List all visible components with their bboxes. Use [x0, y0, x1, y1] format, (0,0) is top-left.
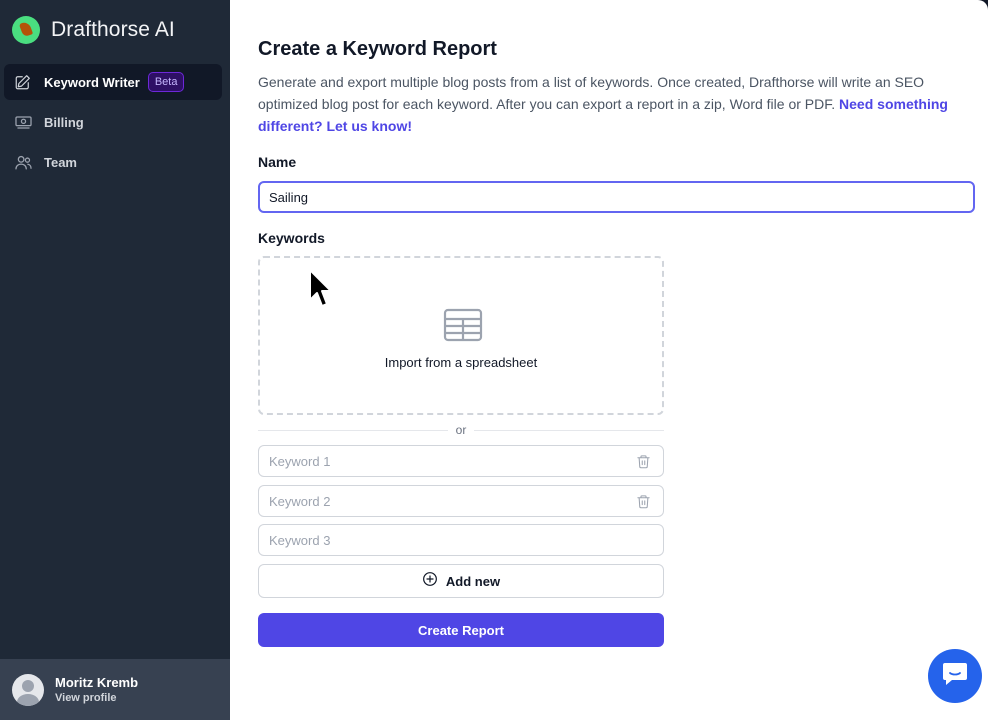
brand[interactable]: Drafthorse AI: [12, 16, 175, 44]
page-description: Generate and export multiple blog posts …: [258, 71, 978, 137]
name-label: Name: [258, 154, 297, 170]
banknotes-icon: [13, 112, 33, 132]
brand-name: Drafthorse AI: [51, 18, 175, 41]
chat-launcher-button[interactable]: [928, 649, 982, 703]
keyword-row: [258, 524, 664, 556]
sidebar-item-keyword-writer[interactable]: Keyword Writer Beta: [4, 64, 222, 100]
beta-badge: Beta: [147, 72, 185, 92]
keyword-row: [258, 445, 664, 477]
trash-icon[interactable]: [636, 493, 651, 515]
profile-name: Moritz Kremb: [55, 675, 139, 690]
view-profile-link[interactable]: View profile: [55, 692, 138, 704]
sidebar-item-label: Keyword Writer: [44, 74, 140, 90]
keyword-input-1[interactable]: [259, 446, 619, 476]
sidebar-nav: Keyword Writer Beta Billing Team: [4, 64, 222, 184]
trash-icon[interactable]: [636, 453, 651, 475]
add-new-label: Add new: [445, 573, 501, 589]
spreadsheet-import-dropzone[interactable]: Import from a spreadsheet: [258, 256, 664, 415]
add-keyword-button[interactable]: Add new: [258, 564, 664, 598]
sidebar-item-billing[interactable]: Billing: [4, 104, 222, 140]
description-text: Generate and export multiple blog posts …: [258, 74, 925, 112]
main-content: Create a Keyword Report Generate and exp…: [230, 0, 988, 720]
profile-link[interactable]: Moritz Kremb View profile: [0, 659, 230, 720]
profile-info: Moritz Kremb View profile: [55, 675, 138, 704]
sidebar-item-team[interactable]: Team: [4, 144, 222, 180]
page-title: Create a Keyword Report: [258, 38, 497, 60]
users-icon: [13, 152, 33, 172]
sidebar-item-label: Billing: [44, 114, 84, 130]
divider-line: [474, 429, 665, 431]
sidebar: Drafthorse AI Keyword Writer Beta Billin…: [0, 0, 230, 720]
pencil-square-icon: [13, 72, 33, 92]
keyword-row: [258, 485, 664, 517]
or-divider: or: [258, 422, 665, 438]
keywords-label: Keywords: [258, 230, 325, 246]
avatar: [12, 673, 44, 706]
plus-circle-icon: [422, 571, 438, 592]
import-text: Import from a spreadsheet: [384, 355, 538, 370]
keyword-input-3[interactable]: [259, 525, 619, 555]
or-text: or: [455, 423, 467, 437]
keyword-input-2[interactable]: [259, 486, 619, 516]
sidebar-item-label: Team: [44, 154, 77, 170]
chat-bubble-icon: [941, 661, 969, 692]
name-input[interactable]: [258, 181, 975, 213]
table-icon: [443, 308, 483, 347]
create-report-button[interactable]: Create Report: [258, 613, 664, 647]
drafthorse-logo-icon: [12, 16, 40, 44]
divider-line: [258, 429, 448, 431]
